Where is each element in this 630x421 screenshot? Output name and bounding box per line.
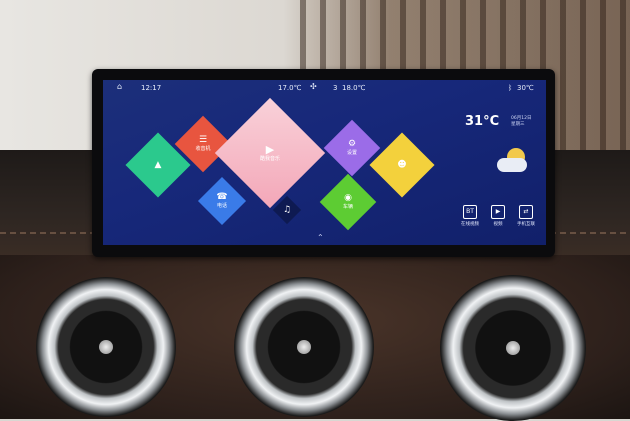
air-vent-left[interactable] <box>36 277 176 417</box>
status-bar: ⌂ 12:17 17.0℃ ✣ 3 18.0℃ ᛒ 30℃ <box>103 80 546 96</box>
air-vent-center[interactable] <box>234 277 374 417</box>
weather-date: 06月12日 星期三 <box>511 116 531 128</box>
navigation-icon: ▲ <box>154 159 162 170</box>
bluetooth-icon: ᛒ <box>508 84 513 92</box>
shortcut-label: 手机互联 <box>517 222 535 227</box>
passenger-temp[interactable]: 18.0℃ <box>342 84 365 92</box>
shortcut-phone-link[interactable]: ⇄ 手机互联 <box>513 205 539 227</box>
vent-knob[interactable] <box>506 341 520 355</box>
vent-knob[interactable] <box>297 340 311 354</box>
online-video-icon: BT <box>463 205 477 219</box>
phone-icon: ☎ <box>216 192 228 202</box>
shortcut-label: 视频 <box>493 222 503 227</box>
partly-cloudy-icon <box>497 148 529 174</box>
tile-music-note[interactable]: ♫ <box>272 195 302 225</box>
chevron-up-icon[interactable]: ⌃ <box>317 233 324 242</box>
clock: 12:17 <box>141 84 162 92</box>
vent-knob[interactable] <box>99 340 113 354</box>
tile-label: 设置 <box>346 150 357 156</box>
radio-icon: ☰ <box>198 135 208 145</box>
air-vent-right[interactable] <box>440 275 586 421</box>
tile-label: 收音机 <box>195 146 211 152</box>
shortcut-online-video[interactable]: BT 在线视频 <box>457 205 483 227</box>
vehicle-icon: ◉ <box>344 193 352 203</box>
user-icon: ☻ <box>397 159 407 170</box>
outside-temp: 30℃ <box>517 84 534 92</box>
video-icon: ▶ <box>491 205 505 219</box>
shortcut-video[interactable]: ▶ 视频 <box>485 205 511 227</box>
tile-label: 电话 <box>216 203 227 209</box>
phone-link-icon: ⇄ <box>519 205 533 219</box>
weekday-label: 星期三 <box>511 122 525 127</box>
tile-label: 车辆 <box>342 204 353 210</box>
tile-label: 酷我音乐 <box>259 156 280 162</box>
settings-icon: ⚙ <box>347 139 357 149</box>
tile-vehicle[interactable]: ◉ 车辆 <box>319 173 377 231</box>
weather-temp: 31°C <box>465 114 500 129</box>
tile-music[interactable]: ▶ 酷我音乐 <box>214 97 326 209</box>
weather-panel[interactable]: 31°C 06月12日 星期三 BT 在线视频 ▶ 视频 ⇄ 手机互联 <box>455 110 545 240</box>
shortcut-label: 在线视频 <box>461 222 479 227</box>
fan-icon[interactable]: ✣ <box>310 82 317 91</box>
music-note-icon: ♫ <box>282 204 292 215</box>
tile-user[interactable]: ☻ <box>369 132 435 198</box>
fan-level: 3 <box>333 84 338 92</box>
home-icon[interactable]: ⌂ <box>117 82 122 91</box>
driver-temp[interactable]: 17.0℃ <box>278 84 301 92</box>
infotainment-screen[interactable]: ⌂ 12:17 17.0℃ ✣ 3 18.0℃ ᛒ 30℃ ▲ ☰ 收音机 ☎ … <box>103 80 546 245</box>
music-player-icon[interactable]: ▶ <box>266 143 274 156</box>
